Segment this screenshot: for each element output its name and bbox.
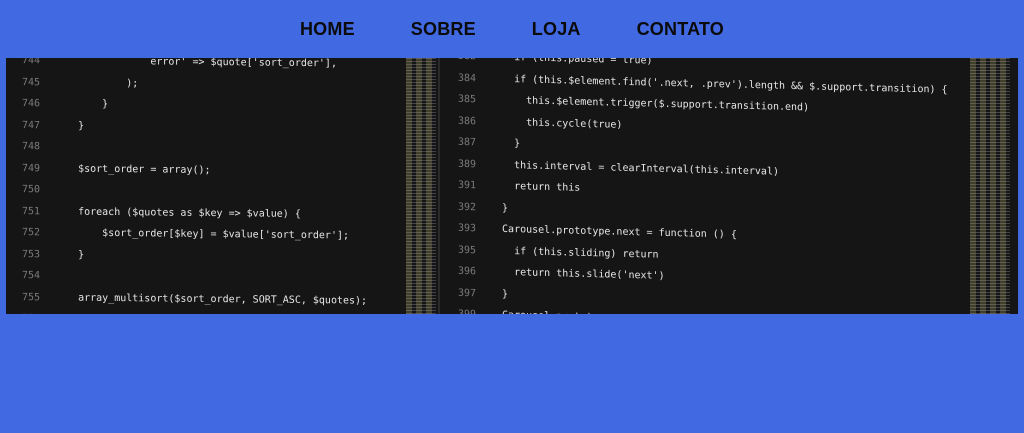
code-text: $sort_order[$key] = $value['sort_order']… bbox=[54, 227, 350, 242]
code-line: 755 array_multisort($sort_order, SORT_AS… bbox=[6, 286, 406, 312]
code-text: } bbox=[54, 119, 85, 132]
code-text: } bbox=[490, 202, 509, 214]
line-number: 393 bbox=[457, 222, 476, 235]
line-number: 395 bbox=[457, 244, 476, 256]
line-number: 755 bbox=[21, 291, 40, 303]
line-number: 399 bbox=[442, 303, 490, 314]
code-text: foreach ($quotes as $key => $value) { bbox=[54, 205, 301, 220]
code-text: array_multisort($sort_order, SORT_ASC, $… bbox=[54, 291, 368, 307]
nav-link-sobre[interactable]: SOBRE bbox=[383, 0, 504, 58]
code-minimap-right bbox=[970, 58, 1010, 314]
line-number: 744 bbox=[21, 58, 40, 67]
line-number: 392 bbox=[457, 201, 476, 213]
code-text: $sort_order = array(); bbox=[54, 162, 211, 176]
nav-link-loja[interactable]: LOJA bbox=[504, 0, 609, 58]
nav-link-contato[interactable]: CONTATO bbox=[609, 0, 752, 58]
line-number: 389 bbox=[457, 158, 476, 170]
code-screenshot: 744 error' => $quote['sort_order'], 745 )… bbox=[6, 58, 1018, 314]
hero-banner-image: 744 error' => $quote['sort_order'], 745 )… bbox=[6, 58, 1018, 314]
code-text: } bbox=[490, 288, 509, 300]
nav-list: HOME SOBRE LOJA CONTATO bbox=[272, 0, 752, 58]
line-number: 386 bbox=[457, 115, 476, 127]
line-number: 752 bbox=[21, 227, 40, 239]
nav-item-loja: LOJA bbox=[504, 0, 609, 58]
line-number: 746 bbox=[21, 98, 40, 110]
line-number: 750 bbox=[21, 184, 40, 196]
line-number: 749 bbox=[21, 162, 40, 174]
code-text: } bbox=[54, 98, 109, 110]
code-text: return this.slide('next') bbox=[490, 266, 665, 282]
code-line: 749 $sort_order = array(); bbox=[6, 157, 406, 183]
code-line: 747 } bbox=[6, 114, 406, 140]
line-number: 747 bbox=[21, 119, 40, 131]
code-text: return this bbox=[490, 180, 581, 194]
code-minimap-left bbox=[406, 58, 436, 314]
editor-split-divider bbox=[438, 58, 440, 314]
line-number: 385 bbox=[457, 93, 476, 106]
code-pane-left: 744 error' => $quote['sort_order'], 745 )… bbox=[6, 58, 406, 314]
code-text: ); bbox=[54, 76, 139, 89]
line-number: 397 bbox=[457, 287, 476, 299]
line-number: 748 bbox=[21, 141, 40, 153]
line-number: 756 bbox=[6, 308, 54, 314]
line-number: 753 bbox=[21, 248, 40, 260]
line-number: 387 bbox=[457, 136, 476, 149]
line-number: 754 bbox=[21, 270, 40, 282]
line-number: 745 bbox=[21, 76, 40, 88]
line-number: 384 bbox=[457, 72, 476, 84]
line-number: 751 bbox=[21, 205, 40, 217]
nav-item-contato: CONTATO bbox=[609, 0, 752, 58]
code-text: } bbox=[490, 137, 521, 150]
line-number: 391 bbox=[457, 179, 476, 192]
main-nav: HOME SOBRE LOJA CONTATO bbox=[0, 0, 1024, 58]
nav-item-sobre: SOBRE bbox=[383, 0, 504, 58]
code-text: } bbox=[54, 248, 85, 261]
nav-link-home[interactable]: HOME bbox=[272, 0, 383, 58]
code-pane-right: 382 if (this.paused = true)384 if (this.… bbox=[442, 58, 982, 314]
nav-item-home: HOME bbox=[272, 0, 383, 58]
code-line: 753 } bbox=[6, 243, 406, 269]
line-number: 396 bbox=[457, 265, 476, 278]
